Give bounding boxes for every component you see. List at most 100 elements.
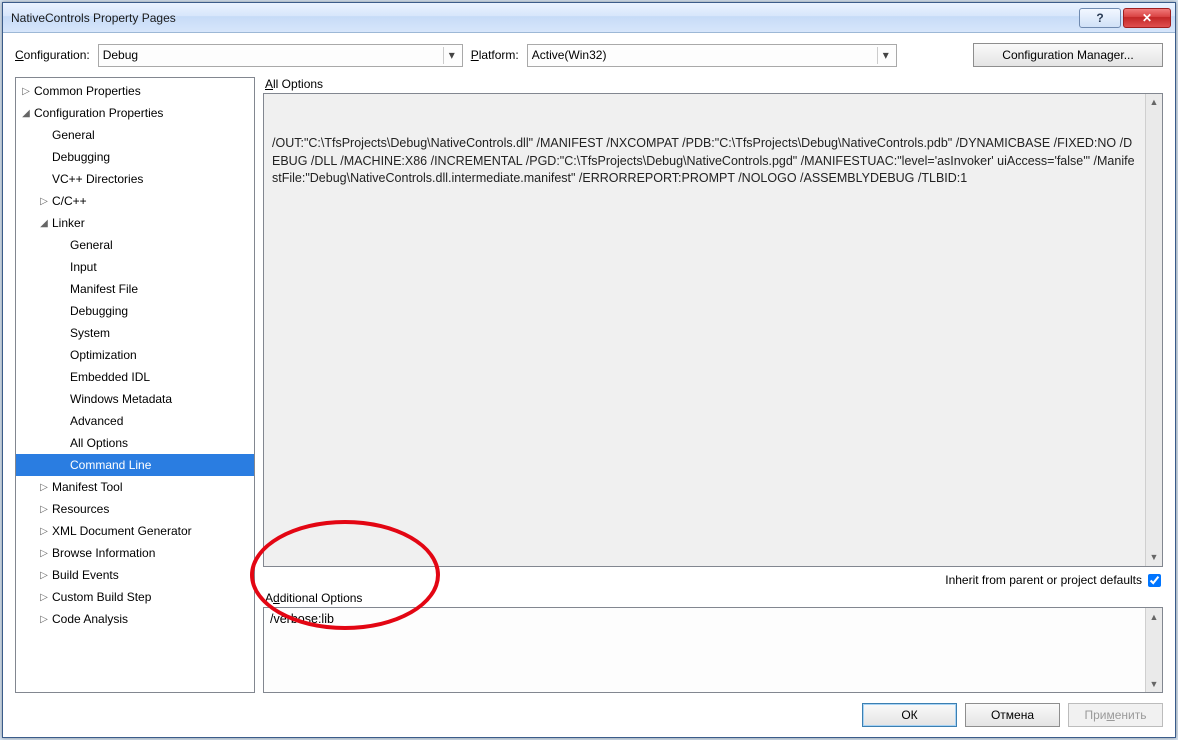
all-options-textarea[interactable]: /OUT:"C:\TfsProjects\Debug\NativeControl… bbox=[263, 93, 1163, 567]
configuration-label: Configuration: bbox=[15, 48, 90, 62]
tree-expander-icon[interactable]: ◢ bbox=[38, 218, 50, 229]
tree-item-label: General bbox=[68, 238, 113, 252]
nav-tree[interactable]: ▷Common Properties◢Configuration Propert… bbox=[15, 77, 255, 693]
tree-item[interactable]: ◢Configuration Properties bbox=[16, 102, 254, 124]
dialog-buttons: ОК Отмена Применить bbox=[15, 693, 1163, 727]
tree-expander-icon[interactable]: ▷ bbox=[38, 196, 50, 207]
scroll-down-icon[interactable]: ▼ bbox=[1146, 675, 1162, 692]
scrollbar[interactable]: ▲ ▼ bbox=[1145, 94, 1162, 566]
scroll-track[interactable] bbox=[1146, 111, 1162, 549]
tree-item[interactable]: Command Line bbox=[16, 454, 254, 476]
platform-value: Active(Win32) bbox=[532, 48, 607, 62]
configuration-combo[interactable]: Debug ▾ bbox=[98, 44, 463, 67]
tree-item-label: Linker bbox=[50, 216, 85, 230]
scroll-track[interactable] bbox=[1146, 625, 1162, 675]
scroll-down-icon[interactable]: ▼ bbox=[1146, 549, 1162, 566]
tree-expander-icon[interactable]: ▷ bbox=[38, 548, 50, 559]
scrollbar[interactable]: ▲ ▼ bbox=[1145, 608, 1162, 692]
configuration-manager-button[interactable]: Configuration Manager... bbox=[973, 43, 1163, 67]
tree-expander-icon[interactable]: ▷ bbox=[20, 86, 32, 97]
tree-item-label: Custom Build Step bbox=[50, 590, 151, 604]
close-button[interactable]: ✕ bbox=[1123, 8, 1171, 28]
tree-expander-icon[interactable]: ▷ bbox=[38, 504, 50, 515]
tree-item-label: Configuration Properties bbox=[32, 106, 163, 120]
configuration-manager-label: Configuration Manager... bbox=[1002, 48, 1133, 62]
inherit-row: Inherit from parent or project defaults bbox=[263, 573, 1161, 587]
tree-item-label: Manifest File bbox=[68, 282, 138, 296]
tree-item[interactable]: Debugging bbox=[16, 146, 254, 168]
tree-item[interactable]: ▷Common Properties bbox=[16, 80, 254, 102]
tree-item[interactable]: Manifest File bbox=[16, 278, 254, 300]
tree-item-label: Code Analysis bbox=[50, 612, 128, 626]
apply-button: Применить bbox=[1068, 703, 1163, 727]
tree-item[interactable]: ▷XML Document Generator bbox=[16, 520, 254, 542]
titlebar: NativeControls Property Pages ? ✕ bbox=[3, 3, 1175, 33]
platform-combo[interactable]: Active(Win32) ▾ bbox=[527, 44, 897, 67]
tree-item-label: Build Events bbox=[50, 568, 119, 582]
tree-item-label: All Options bbox=[68, 436, 128, 450]
tree-item-label: Common Properties bbox=[32, 84, 141, 98]
tree-item-label: VC++ Directories bbox=[50, 172, 143, 186]
tree-item-label: Optimization bbox=[68, 348, 137, 362]
tree-item-label: General bbox=[50, 128, 95, 142]
ok-button[interactable]: ОК bbox=[862, 703, 957, 727]
tree-item-label: C/C++ bbox=[50, 194, 87, 208]
inherit-checkbox[interactable] bbox=[1148, 574, 1161, 587]
tree-expander-icon[interactable]: ▷ bbox=[38, 592, 50, 603]
additional-options-textarea[interactable]: /verbose:lib ▲ ▼ bbox=[263, 607, 1163, 693]
chevron-down-icon: ▾ bbox=[877, 47, 894, 64]
tree-item[interactable]: ▷Resources bbox=[16, 498, 254, 520]
tree-item-label: Debugging bbox=[68, 304, 128, 318]
tree-item[interactable]: Input bbox=[16, 256, 254, 278]
all-options-text: /OUT:"C:\TfsProjects\Debug\NativeControl… bbox=[272, 135, 1154, 188]
right-panel: All Options /OUT:"C:\TfsProjects\Debug\N… bbox=[263, 77, 1163, 693]
tree-item[interactable]: ▷Custom Build Step bbox=[16, 586, 254, 608]
tree-item[interactable]: ▷Code Analysis bbox=[16, 608, 254, 630]
configuration-value: Debug bbox=[103, 48, 138, 62]
tree-item-label: System bbox=[68, 326, 110, 340]
tree-item-label: XML Document Generator bbox=[50, 524, 192, 538]
tree-item[interactable]: ▷C/C++ bbox=[16, 190, 254, 212]
tree-item-label: Embedded IDL bbox=[68, 370, 150, 384]
tree-item-label: Windows Metadata bbox=[68, 392, 172, 406]
tree-item[interactable]: VC++ Directories bbox=[16, 168, 254, 190]
tree-expander-icon[interactable]: ▷ bbox=[38, 570, 50, 581]
cancel-button[interactable]: Отмена bbox=[965, 703, 1060, 727]
inherit-label: Inherit from parent or project defaults bbox=[945, 573, 1142, 587]
tree-item-label: Input bbox=[68, 260, 97, 274]
tree-expander-icon[interactable]: ◢ bbox=[20, 108, 32, 119]
tree-item[interactable]: General bbox=[16, 234, 254, 256]
tree-item[interactable]: Advanced bbox=[16, 410, 254, 432]
tree-item[interactable]: Embedded IDL bbox=[16, 366, 254, 388]
scroll-up-icon[interactable]: ▲ bbox=[1146, 608, 1162, 625]
chevron-down-icon: ▾ bbox=[443, 47, 460, 64]
tree-item[interactable]: Windows Metadata bbox=[16, 388, 254, 410]
tree-item[interactable]: General bbox=[16, 124, 254, 146]
all-options-label: All Options bbox=[265, 77, 1163, 91]
dialog-window: NativeControls Property Pages ? ✕ Config… bbox=[2, 2, 1176, 738]
help-button[interactable]: ? bbox=[1079, 8, 1121, 28]
tree-item[interactable]: ▷Build Events bbox=[16, 564, 254, 586]
tree-expander-icon[interactable]: ▷ bbox=[38, 526, 50, 537]
additional-options-text: /verbose:lib bbox=[270, 612, 334, 626]
scroll-up-icon[interactable]: ▲ bbox=[1146, 94, 1162, 111]
config-row: Configuration: Debug ▾ Platform: Active(… bbox=[15, 43, 1163, 67]
tree-item[interactable]: ▷Manifest Tool bbox=[16, 476, 254, 498]
tree-item-label: Manifest Tool bbox=[50, 480, 122, 494]
tree-item[interactable]: System bbox=[16, 322, 254, 344]
window-title: NativeControls Property Pages bbox=[11, 11, 1079, 25]
tree-expander-icon[interactable]: ▷ bbox=[38, 614, 50, 625]
tree-item-label: Resources bbox=[50, 502, 109, 516]
platform-label: Platform: bbox=[471, 48, 519, 62]
tree-item-label: Browse Information bbox=[50, 546, 155, 560]
tree-item[interactable]: Optimization bbox=[16, 344, 254, 366]
tree-item[interactable]: ◢Linker bbox=[16, 212, 254, 234]
tree-item[interactable]: All Options bbox=[16, 432, 254, 454]
dialog-content: Configuration: Debug ▾ Platform: Active(… bbox=[3, 33, 1175, 737]
tree-item-label: Advanced bbox=[68, 414, 123, 428]
tree-item[interactable]: ▷Browse Information bbox=[16, 542, 254, 564]
tree-item-label: Debugging bbox=[50, 150, 110, 164]
tree-item-label: Command Line bbox=[68, 458, 151, 472]
tree-item[interactable]: Debugging bbox=[16, 300, 254, 322]
tree-expander-icon[interactable]: ▷ bbox=[38, 482, 50, 493]
